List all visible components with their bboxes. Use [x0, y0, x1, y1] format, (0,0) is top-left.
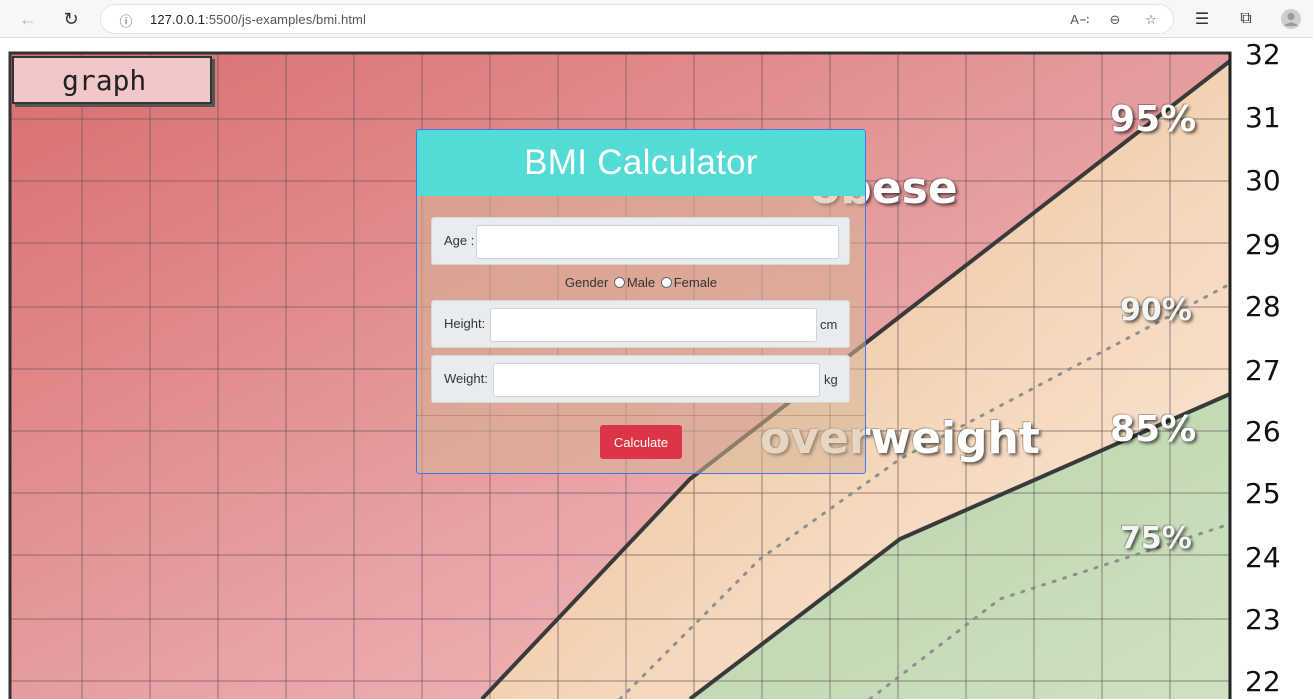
zoom-out-icon[interactable]: ⊖ — [1105, 10, 1125, 30]
address-bar[interactable]: ⓘ 127.0.0.1:5500/js-examples/bmi.html A∹… — [100, 4, 1174, 34]
card-title: BMI Calculator — [524, 143, 758, 182]
y-axis-tick: 28 — [1245, 290, 1281, 323]
gender-male-label[interactable]: Male — [627, 275, 655, 290]
gender-female-label[interactable]: Female — [674, 275, 717, 290]
gender-row: Gender Male Female — [417, 275, 865, 290]
add-favorite-icon[interactable]: ☆ — [1141, 10, 1161, 30]
y-axis-tick: 29 — [1245, 228, 1281, 261]
card-header: BMI Calculator — [417, 130, 865, 196]
weight-input[interactable] — [493, 363, 820, 397]
page-viewport: graph 32 31 30 29 28 27 26 25 24 23 22 o… — [0, 39, 1313, 699]
height-input-group: Height: cm — [431, 300, 850, 348]
percentile-label: 95% — [1110, 99, 1197, 140]
y-axis-tick: 31 — [1245, 101, 1281, 134]
graph-tab-label: graph — [12, 56, 212, 104]
percentile-label: 85% — [1110, 409, 1197, 450]
percentile-label: 75% — [1120, 521, 1192, 556]
gender-label: Gender — [564, 275, 609, 290]
height-label: Height: — [444, 316, 486, 331]
bmi-calculator-card: BMI Calculator Age : Gender Male Female … — [416, 129, 866, 474]
profile-icon[interactable] — [1279, 7, 1303, 31]
gender-male-radio[interactable] — [613, 277, 625, 288]
y-axis-tick: 32 — [1245, 39, 1281, 71]
y-axis-tick: 27 — [1245, 354, 1281, 387]
collections-icon[interactable]: ⧉ — [1234, 7, 1258, 31]
read-aloud-icon[interactable]: A∹ — [1070, 10, 1090, 30]
weight-unit: kg — [824, 372, 838, 387]
refresh-icon[interactable]: ↻ — [58, 6, 84, 32]
browser-toolbar: ← ↻ ⓘ 127.0.0.1:5500/js-examples/bmi.htm… — [0, 0, 1313, 38]
y-axis-tick: 24 — [1245, 541, 1281, 574]
card-footer-divider — [417, 415, 865, 416]
height-input[interactable] — [490, 308, 817, 342]
y-axis-tick: 22 — [1245, 665, 1281, 698]
y-axis-tick: 23 — [1245, 603, 1281, 636]
y-axis-tick: 26 — [1245, 415, 1281, 448]
gender-female-radio[interactable] — [660, 277, 672, 288]
y-axis-tick: 30 — [1245, 164, 1281, 197]
url-text[interactable]: 127.0.0.1:5500/js-examples/bmi.html — [150, 12, 366, 27]
weight-input-group: Weight: kg — [431, 355, 850, 403]
back-arrow-icon[interactable]: ← — [15, 6, 41, 32]
calculate-button[interactable]: Calculate — [600, 425, 682, 459]
age-label: Age : — [444, 233, 475, 248]
percentile-label: 90% — [1120, 293, 1192, 328]
weight-label: Weight: — [444, 371, 488, 386]
height-unit: cm — [820, 317, 838, 332]
age-input[interactable] — [476, 225, 839, 259]
favorites-icon[interactable]: ☰ — [1190, 7, 1214, 31]
age-input-group: Age : — [431, 217, 850, 265]
y-axis-tick: 25 — [1245, 477, 1281, 510]
info-icon[interactable]: ⓘ — [116, 10, 136, 30]
